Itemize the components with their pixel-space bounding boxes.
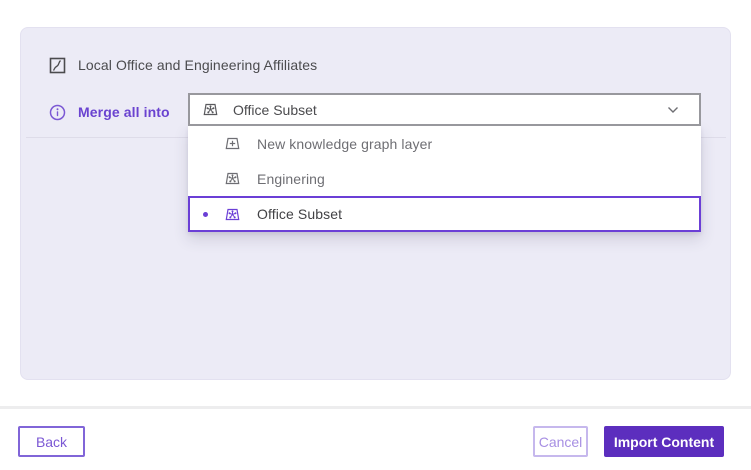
dropdown-option-label: Enginering <box>257 171 325 187</box>
dropdown-option-office-subset[interactable]: Office Subset <box>188 196 701 232</box>
source-layer-label: Local Office and Engineering Affiliates <box>78 57 317 73</box>
source-layer-row: Local Office and Engineering Affiliates <box>49 49 317 81</box>
merge-target-select[interactable]: Office Subset <box>188 93 701 126</box>
dropdown-option-enginering[interactable]: Enginering <box>188 161 701 196</box>
import-dialog: Local Office and Engineering Affiliates … <box>0 0 751 470</box>
back-button[interactable]: Back <box>18 426 85 457</box>
merge-target-select-value: Office Subset <box>233 102 667 118</box>
info-icon[interactable] <box>49 104 66 121</box>
layer-select-icon <box>49 57 66 74</box>
new-knowledge-graph-layer-icon <box>224 135 241 152</box>
selected-bullet-icon <box>203 212 208 217</box>
footer-divider <box>0 406 751 409</box>
import-content-button[interactable]: Import Content <box>604 426 724 457</box>
knowledge-graph-icon <box>202 101 219 118</box>
merge-target-dropdown: New knowledge graph layer <box>188 126 701 232</box>
dropdown-option-new-knowledge-graph-layer[interactable]: New knowledge graph layer <box>188 126 701 161</box>
merge-all-into-row: Merge all into <box>49 96 170 128</box>
dropdown-option-label: New knowledge graph layer <box>257 136 432 152</box>
knowledge-graph-icon <box>224 206 241 223</box>
merge-all-into-label: Merge all into <box>78 104 170 120</box>
chevron-down-icon <box>667 106 679 114</box>
dropdown-option-label: Office Subset <box>257 206 342 222</box>
knowledge-graph-icon <box>224 170 241 187</box>
cancel-button[interactable]: Cancel <box>533 426 588 457</box>
